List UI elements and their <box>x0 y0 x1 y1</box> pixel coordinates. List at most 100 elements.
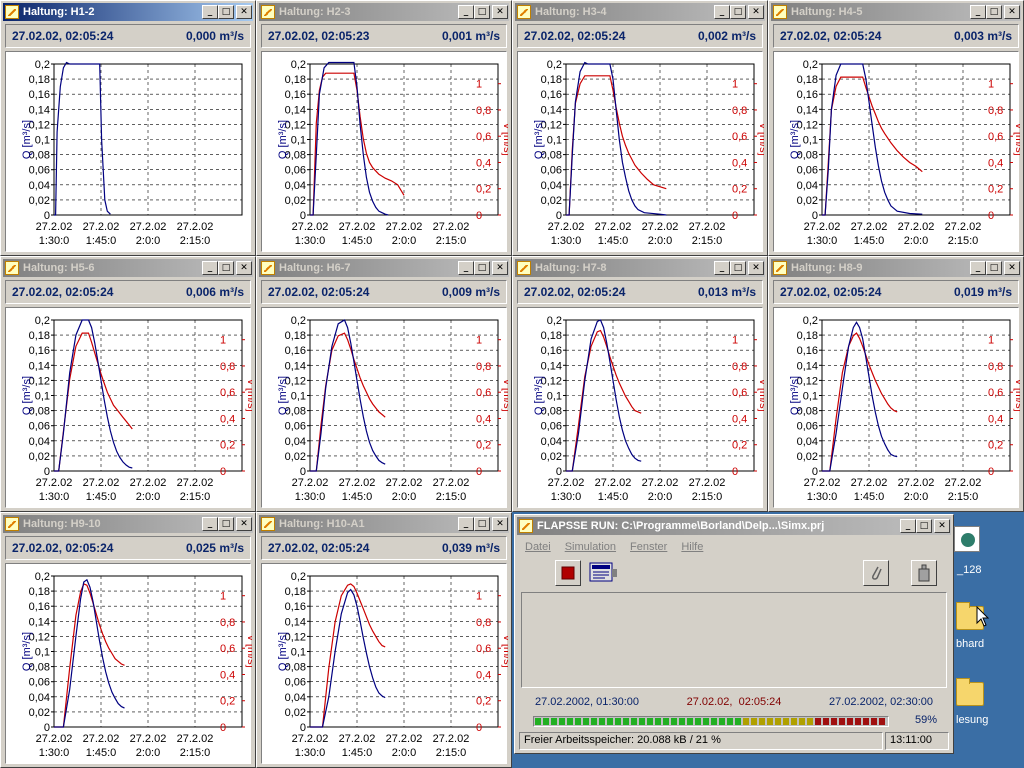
x-tick-label-time: 1:30:0 <box>295 491 326 503</box>
y-axis-label: Q [m³/s] <box>277 120 289 159</box>
y-tick-label: 0,2 <box>547 315 562 327</box>
maximize-button[interactable]: □ <box>474 261 490 275</box>
app-icon <box>773 5 787 19</box>
chart-window-3[interactable]: Haltung: H3-4 _ □ ✕ 27.02.02, 02:05:24 0… <box>512 0 768 256</box>
y-tick-label: 0,1 <box>803 391 818 403</box>
maximize-button[interactable]: □ <box>730 5 746 19</box>
maximize-button[interactable]: □ <box>916 519 932 533</box>
close-button[interactable]: ✕ <box>492 517 508 531</box>
close-button[interactable]: ✕ <box>492 261 508 275</box>
minimize-button[interactable]: _ <box>202 5 218 19</box>
progress-segment <box>655 718 661 725</box>
y-tick-label: 0,16 <box>29 601 50 613</box>
desktop-icon-app[interactable]: _128 <box>954 526 1024 576</box>
y2-tick-label: 0,8 <box>476 105 491 117</box>
flow-chart: 00,020,040,060,080,10,120,140,160,180,22… <box>21 59 243 247</box>
y2-tick-label: 1 <box>732 335 738 347</box>
progress-segment <box>807 718 813 725</box>
y-tick-label: 0,1 <box>291 135 306 147</box>
desktop-icon-folder-lesung[interactable]: lesung <box>956 678 1024 726</box>
close-button[interactable]: ✕ <box>1004 5 1020 19</box>
minimize-button[interactable]: _ <box>900 519 916 533</box>
title-bar[interactable]: Haltung: H3-4 _ □ ✕ <box>515 3 765 21</box>
x-tick-label-time: 1:30:0 <box>39 491 70 503</box>
flapsse-run-window[interactable]: FLAPSSE RUN: C:\Programme\Borland\Delp..… <box>514 514 954 754</box>
monitor-button[interactable] <box>589 560 619 586</box>
title-bar[interactable]: Haltung: H5-6 _ □ ✕ <box>3 259 253 277</box>
title-bar[interactable]: Haltung: H4-5 _ □ ✕ <box>771 3 1021 21</box>
menu-simulation[interactable]: Simulation <box>565 541 616 553</box>
chart-window-10[interactable]: Haltung: H10-A1 _ □ ✕ 27.02.02, 02:05:24… <box>256 512 512 768</box>
y-tick-label: 0,16 <box>797 345 818 357</box>
window-title: Haltung: H1-2 <box>23 6 95 18</box>
close-button[interactable]: ✕ <box>1004 261 1020 275</box>
maximize-button[interactable]: □ <box>474 5 490 19</box>
title-bar[interactable]: FLAPSSE RUN: C:\Programme\Borland\Delp..… <box>517 517 951 535</box>
chart-window-2[interactable]: Haltung: H2-3 _ □ ✕ 27.02.02, 02:05:23 0… <box>256 0 512 256</box>
close-button[interactable]: ✕ <box>236 5 252 19</box>
menu-fenster[interactable]: Fenster <box>630 541 667 553</box>
message-log[interactable] <box>521 592 947 688</box>
y2-axis-label: v [m/s] <box>1013 379 1020 411</box>
chart-window-8[interactable]: Haltung: H8-9 _ □ ✕ 27.02.02, 02:05:24 0… <box>768 256 1024 512</box>
minimize-button[interactable]: _ <box>458 5 474 19</box>
minimize-button[interactable]: _ <box>458 261 474 275</box>
y-tick-label: 0,18 <box>285 330 306 342</box>
chart-window-1[interactable]: Haltung: H1-2 _ □ ✕ 27.02.02, 02:05:24 0… <box>0 0 256 256</box>
y2-axis-label: v [m/s] <box>757 379 764 411</box>
maximize-button[interactable]: □ <box>474 517 490 531</box>
close-button[interactable]: ✕ <box>236 517 252 531</box>
maximize-button[interactable]: □ <box>986 261 1002 275</box>
title-bar[interactable]: Haltung: H7-8 _ □ ✕ <box>515 259 765 277</box>
x-tick-label-time: 2:15:0 <box>180 235 211 247</box>
title-bar[interactable]: Haltung: H10-A1 _ □ ✕ <box>259 515 509 533</box>
velocity-line <box>310 583 386 728</box>
close-button[interactable]: ✕ <box>934 519 950 533</box>
minimize-button[interactable]: _ <box>202 261 218 275</box>
progress-percent: 59% <box>915 714 938 726</box>
y2-axis-label: v [m/s] <box>501 635 508 667</box>
chart-window-6[interactable]: Haltung: H6-7 _ □ ✕ 27.02.02, 02:05:24 0… <box>256 256 512 512</box>
title-bar[interactable]: Haltung: H6-7 _ □ ✕ <box>259 259 509 277</box>
maximize-button[interactable]: □ <box>218 517 234 531</box>
close-button[interactable]: ✕ <box>492 5 508 19</box>
maximize-button[interactable]: □ <box>218 5 234 19</box>
progress-segment <box>743 718 749 725</box>
exit-button[interactable] <box>911 560 937 586</box>
title-bar[interactable]: Haltung: H2-3 _ □ ✕ <box>259 3 509 21</box>
maximize-button[interactable]: □ <box>730 261 746 275</box>
y-tick-label: 0,02 <box>285 707 306 719</box>
y-axis-label: Q [m³/s] <box>533 376 545 415</box>
maximize-button[interactable]: □ <box>986 5 1002 19</box>
close-button[interactable]: ✕ <box>748 5 764 19</box>
progress-segment <box>855 718 861 725</box>
attach-button[interactable] <box>863 560 889 586</box>
maximize-button[interactable]: □ <box>218 261 234 275</box>
close-button[interactable]: ✕ <box>748 261 764 275</box>
close-button[interactable]: ✕ <box>236 261 252 275</box>
menu-datei[interactable]: Datei <box>525 541 551 553</box>
minimize-button[interactable]: _ <box>970 261 986 275</box>
y-tick-label: 0,16 <box>285 345 306 357</box>
chart-window-7[interactable]: Haltung: H7-8 _ □ ✕ 27.02.02, 02:05:24 0… <box>512 256 768 512</box>
chart-window-9[interactable]: Haltung: H9-10 _ □ ✕ 27.02.02, 02:05:24 … <box>0 512 256 768</box>
minimize-button[interactable]: _ <box>458 517 474 531</box>
y-tick-label: 0,14 <box>541 104 562 116</box>
desktop-icon-folder-bhard[interactable]: bhard <box>956 602 1024 650</box>
minimize-button[interactable]: _ <box>714 5 730 19</box>
title-bar[interactable]: Haltung: H9-10 _ □ ✕ <box>3 515 253 533</box>
minimize-button[interactable]: _ <box>202 517 218 531</box>
title-bar[interactable]: Haltung: H8-9 _ □ ✕ <box>771 259 1021 277</box>
minimize-button[interactable]: _ <box>714 261 730 275</box>
y2-tick-label: 0 <box>476 722 482 734</box>
title-bar[interactable]: Haltung: H1-2 _ □ ✕ <box>3 3 253 21</box>
menu-hilfe[interactable]: Hilfe <box>681 541 703 553</box>
chart-window-5[interactable]: Haltung: H5-6 _ □ ✕ 27.02.02, 02:05:24 0… <box>0 256 256 512</box>
chart-window-4[interactable]: Haltung: H4-5 _ □ ✕ 27.02.02, 02:05:24 0… <box>768 0 1024 256</box>
y-tick-label: 0,14 <box>285 616 306 628</box>
window-title: FLAPSSE RUN: C:\Programme\Borland\Delp..… <box>537 520 825 532</box>
minimize-button[interactable]: _ <box>970 5 986 19</box>
y2-tick-label: 1 <box>220 591 226 603</box>
stop-button[interactable] <box>555 560 581 586</box>
progress-segment <box>679 718 685 725</box>
